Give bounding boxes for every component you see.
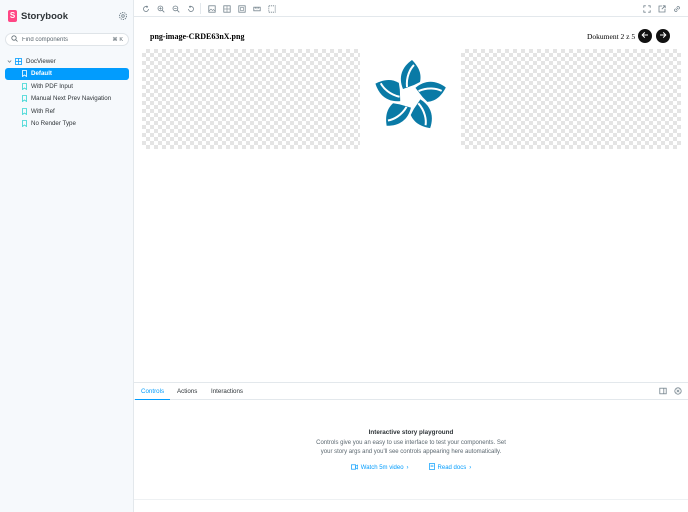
empty-state-description-line: Controls give you an easy to use interfa… bbox=[316, 440, 506, 446]
copy-link-icon[interactable] bbox=[672, 4, 681, 13]
tab-actions[interactable]: Actions bbox=[171, 383, 203, 400]
empty-state-title: Interactive story playground bbox=[368, 429, 454, 436]
flower-logo-image bbox=[360, 49, 460, 149]
story-manual-nav[interactable]: Manual Next Prev Navigation bbox=[5, 93, 129, 106]
chevron-right-icon: › bbox=[469, 464, 472, 471]
search-shortcut: ⌘ K bbox=[112, 36, 123, 43]
close-panel-icon[interactable] bbox=[674, 387, 683, 396]
document-icon bbox=[428, 463, 435, 472]
toolbar bbox=[134, 0, 688, 17]
empty-state-links: Watch 5m video › Read docs › bbox=[134, 463, 688, 472]
bookmark-icon bbox=[22, 120, 27, 128]
transparent-image-left bbox=[142, 49, 360, 149]
open-new-tab-icon[interactable] bbox=[657, 4, 666, 13]
document-counter: Dokument 2 z 5 bbox=[587, 32, 636, 41]
story-no-render-type[interactable]: No Render Type bbox=[5, 118, 129, 131]
grid-icon[interactable] bbox=[222, 4, 231, 13]
fullscreen-icon[interactable] bbox=[642, 4, 651, 13]
tree-group-docviewer[interactable]: DocViewer bbox=[5, 55, 129, 68]
sidebar: S Storybook ⌘ K DocViewer Default bbox=[0, 0, 134, 512]
watch-video-label: Watch 5m video bbox=[360, 464, 404, 471]
bookmark-icon bbox=[22, 107, 27, 115]
empty-state-description-line: your story args and you'll see controls … bbox=[320, 448, 502, 455]
arrow-right-icon bbox=[659, 31, 667, 41]
background-icon[interactable] bbox=[207, 4, 216, 13]
chevron-down-icon bbox=[7, 59, 12, 64]
toolbar-divider bbox=[200, 3, 201, 14]
zoom-out-icon[interactable] bbox=[171, 4, 180, 13]
story-label: Default bbox=[31, 70, 52, 78]
read-docs-link[interactable]: Read docs › bbox=[428, 463, 472, 472]
tree-group-label: DocViewer bbox=[26, 57, 56, 65]
component-icon bbox=[15, 57, 22, 65]
measure-icon[interactable] bbox=[252, 4, 261, 13]
story-tree: DocViewer Default With PDF Input Manual … bbox=[5, 55, 129, 130]
story-with-ref[interactable]: With Ref bbox=[5, 105, 129, 118]
outline-icon[interactable] bbox=[267, 4, 276, 13]
bookmark-icon bbox=[22, 82, 27, 90]
bookmark-icon bbox=[22, 95, 27, 103]
prev-document-button[interactable] bbox=[638, 29, 652, 43]
brand[interactable]: S Storybook bbox=[8, 10, 68, 22]
document-file-name: png-image-CRDE63nX.png bbox=[150, 32, 245, 41]
controls-empty-state: Interactive story playground Controls gi… bbox=[134, 429, 688, 472]
chevron-right-icon: › bbox=[406, 464, 409, 471]
story-label: No Render Type bbox=[31, 120, 76, 128]
panel-orientation-icon[interactable] bbox=[659, 387, 668, 396]
transparent-image-right bbox=[461, 49, 681, 149]
viewport-icon[interactable] bbox=[237, 4, 246, 13]
panel-footer-divider bbox=[134, 499, 688, 500]
empty-state-description: Controls give you an easy to use interfa… bbox=[134, 439, 688, 456]
tab-interactions[interactable]: Interactions bbox=[205, 383, 249, 400]
story-label: With Ref bbox=[31, 107, 55, 115]
read-docs-label: Read docs bbox=[437, 464, 467, 471]
search-input[interactable] bbox=[22, 36, 113, 43]
story-with-pdf-input[interactable]: With PDF Input bbox=[5, 80, 129, 93]
story-default[interactable]: Default bbox=[5, 67, 129, 80]
zoom-in-icon[interactable] bbox=[156, 4, 165, 13]
settings-gear-icon[interactable] bbox=[118, 11, 128, 21]
search-box[interactable]: ⌘ K bbox=[5, 33, 129, 46]
story-label: With PDF Input bbox=[31, 82, 73, 90]
addon-panel: Controls Actions Interactions Interactiv… bbox=[134, 382, 688, 512]
reload-icon[interactable] bbox=[141, 4, 150, 13]
tab-controls[interactable]: Controls bbox=[135, 383, 171, 400]
bookmark-icon bbox=[22, 70, 27, 78]
story-canvas: png-image-CRDE63nX.png Dokument 2 z 5 bbox=[134, 17, 688, 382]
zoom-reset-icon[interactable] bbox=[186, 4, 195, 13]
arrow-left-icon bbox=[641, 31, 649, 41]
storybook-logo-icon: S bbox=[8, 10, 17, 22]
brand-name: Storybook bbox=[21, 10, 68, 22]
story-label: Manual Next Prev Navigation bbox=[31, 95, 112, 103]
addon-tabs: Controls Actions Interactions bbox=[134, 383, 688, 400]
next-document-button[interactable] bbox=[656, 29, 670, 43]
watch-video-link[interactable]: Watch 5m video › bbox=[350, 463, 409, 472]
search-icon bbox=[11, 35, 18, 44]
video-icon bbox=[350, 463, 358, 472]
